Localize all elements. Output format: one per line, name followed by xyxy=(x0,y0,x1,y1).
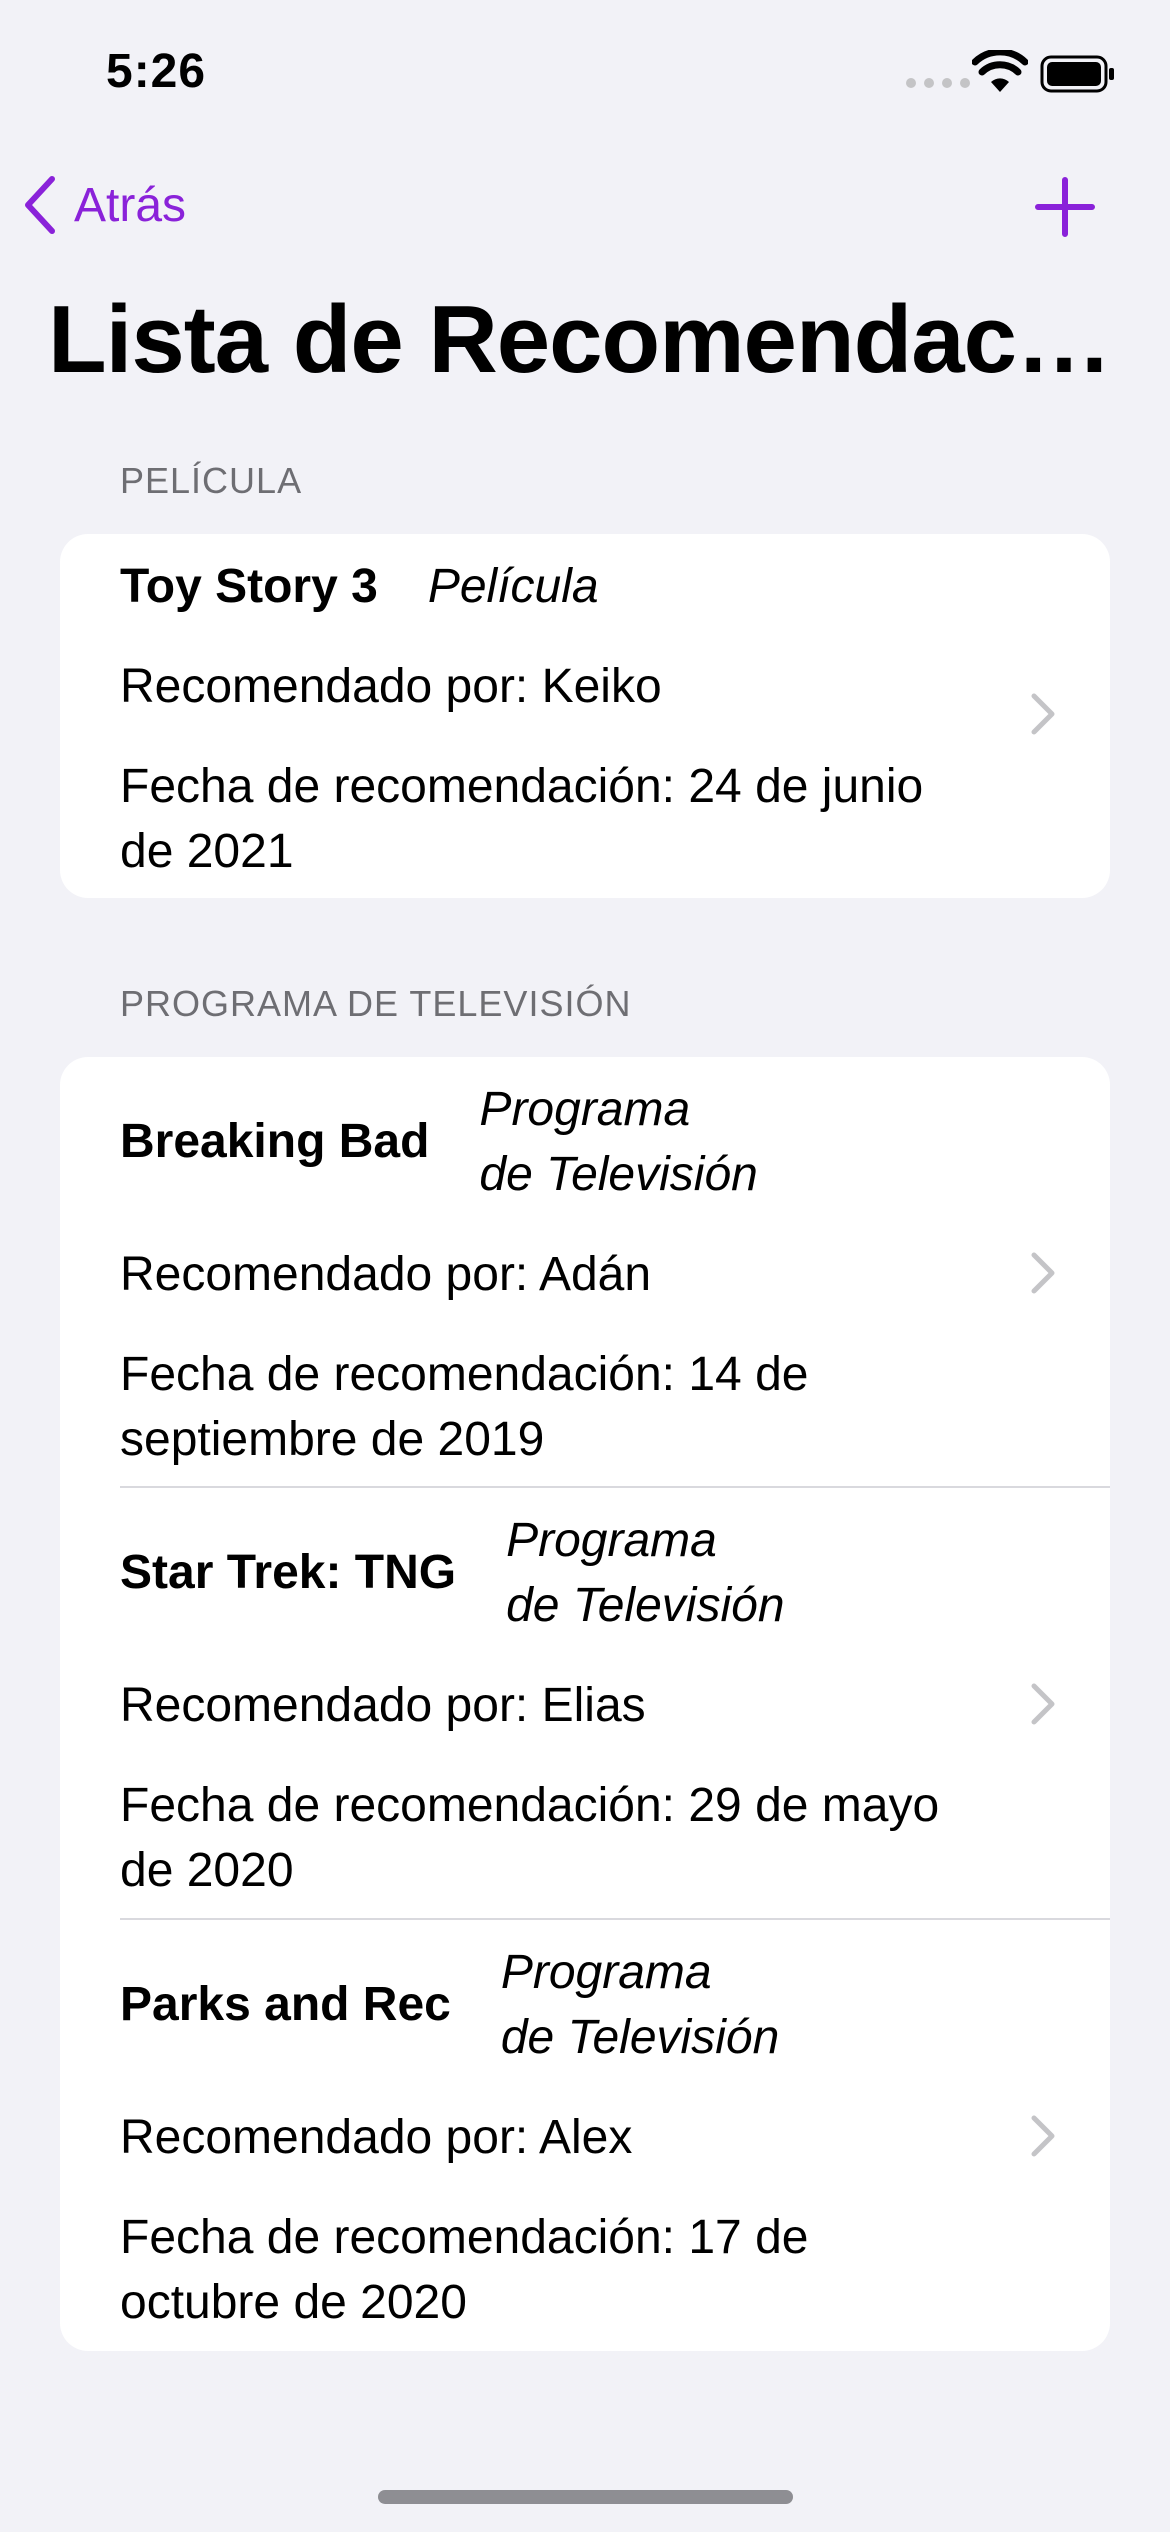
chevron-right-icon xyxy=(1031,1683,1055,1725)
item-recommended-by: Recomendado por: Keiko xyxy=(120,660,662,713)
item-title: Breaking Bad xyxy=(120,1115,430,1168)
section-card-programa: Breaking Bad Programa de Televisión Reco… xyxy=(60,1057,1110,2351)
list-item[interactable]: Toy Story 3 Película Recomendado por: Ke… xyxy=(60,534,1110,898)
item-date-line2: septiembre de 2019 xyxy=(120,1413,545,1466)
item-date-line1: Fecha de recomendación: 24 de junio xyxy=(120,760,924,813)
item-type: Programa de Televisión xyxy=(479,1083,758,1201)
chevron-right-icon xyxy=(1031,2115,1055,2157)
chevron-right-icon xyxy=(1031,1252,1055,1294)
item-recommended-by: Recomendado por: Elias xyxy=(120,1679,646,1732)
cellular-signal-icon xyxy=(906,78,970,88)
item-title: Star Trek: TNG xyxy=(120,1546,457,1599)
battery-icon xyxy=(1040,55,1114,93)
back-button-label: Atrás xyxy=(74,178,187,232)
item-date-line2: octubre de 2020 xyxy=(120,2276,467,2329)
wifi-icon xyxy=(972,50,1028,92)
item-recommended-by: Recomendado por: Alex xyxy=(120,2111,633,2164)
item-date-line2: de 2020 xyxy=(120,1844,294,1897)
add-icon[interactable] xyxy=(1030,172,1100,242)
item-recommended-by: Recomendado por: Adán xyxy=(120,1248,652,1301)
item-type: Programa de Televisión xyxy=(506,1514,785,1632)
list-item[interactable]: Parks and Rec Programa de Televisión Rec… xyxy=(60,1920,1110,2351)
list-item[interactable]: Star Trek: TNG Programa de Televisión Re… xyxy=(60,1488,1110,1918)
item-date-line1: Fecha de recomendación: 17 de xyxy=(120,2211,809,2264)
section-header-pelicula: PELÍCULA xyxy=(120,460,303,501)
section-header-programa: PROGRAMA DE TELEVISIÓN xyxy=(120,983,632,1024)
status-bar: 5:26 xyxy=(0,0,1170,150)
item-date-line1: Fecha de recomendación: 29 de mayo xyxy=(120,1779,940,1832)
chevron-right-icon xyxy=(1031,693,1055,735)
item-date-line1: Fecha de recomendación: 14 de xyxy=(120,1348,809,1401)
navigation-bar: Atrás xyxy=(0,160,1170,260)
back-button[interactable]: Atrás xyxy=(22,170,186,240)
item-type: Película xyxy=(427,560,599,613)
item-title: Toy Story 3 xyxy=(120,560,378,613)
home-indicator[interactable] xyxy=(378,2490,793,2504)
page-title: Lista de Recomendac… xyxy=(48,286,1112,393)
item-date-line2: de 2021 xyxy=(120,825,294,878)
section-card-pelicula: Toy Story 3 Película Recomendado por: Ke… xyxy=(60,534,1110,898)
item-type: Programa de Televisión xyxy=(500,1946,780,2064)
list-item[interactable]: Breaking Bad Programa de Televisión Reco… xyxy=(60,1057,1110,1487)
item-title: Parks and Rec xyxy=(120,1978,451,2031)
status-time: 5:26 xyxy=(106,45,207,98)
chevron-left-icon xyxy=(25,176,55,234)
